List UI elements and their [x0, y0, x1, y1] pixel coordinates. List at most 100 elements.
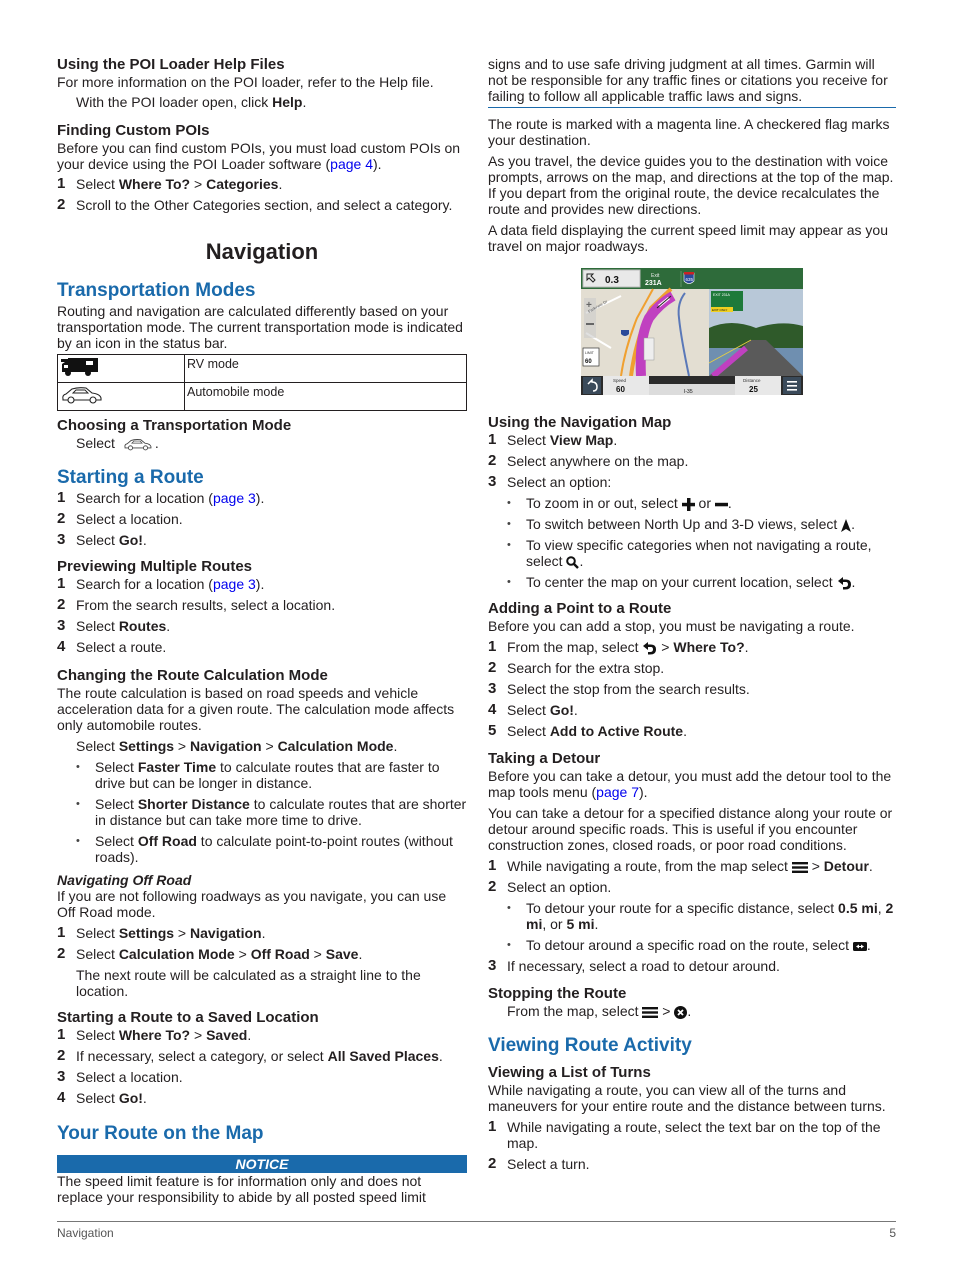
text: Select anywhere on the map.: [507, 453, 689, 469]
off-road-section: Navigating Off Road If you are not follo…: [57, 872, 467, 999]
back-arrow-icon: [643, 641, 657, 655]
text: Select an option.: [507, 879, 612, 895]
step-number: 3: [57, 617, 66, 634]
step-number: 2: [488, 659, 497, 676]
step: 2 Select a location.: [57, 511, 467, 528]
ui-term: Settings: [118, 738, 175, 754]
step-number: 2: [488, 452, 497, 469]
ui-term: Save: [325, 946, 359, 962]
text: To zoom in or out, select: [526, 495, 682, 511]
road-name: I-35: [684, 389, 693, 395]
route-description: The route is marked with a magenta line.…: [488, 116, 896, 254]
text: ,: [877, 900, 886, 916]
page-link[interactable]: page 3: [213, 490, 256, 506]
text: .: [247, 1027, 252, 1043]
menu-icon: [791, 861, 808, 873]
step-note: The next route will be calculated as a s…: [76, 967, 421, 999]
step: 1 Search for a location (page 3).: [57, 490, 467, 507]
step: 1 While navigating a route, select the te…: [488, 1118, 896, 1152]
nav-map-section: Using the Navigation Map 1 Select View Ma…: [488, 414, 896, 590]
table-row: Automobile mode: [57, 382, 467, 411]
bullet-item: To zoom in or out, select or .: [488, 495, 896, 511]
text: Select: [76, 618, 119, 634]
ui-term: Navigation: [190, 925, 262, 941]
text: .: [594, 916, 599, 932]
step-number: 2: [57, 196, 66, 213]
ui-term: Saved: [206, 1027, 248, 1043]
page-link[interactable]: page 3: [213, 576, 256, 592]
previewing-section: Previewing Multiple Routes 1 Search for a…: [57, 558, 467, 655]
text: To detour around a specific road on the …: [526, 937, 853, 953]
step: 1 Select Where To? > Categories.: [57, 176, 467, 193]
text: ).: [255, 490, 265, 506]
step-number: 2: [57, 596, 66, 613]
text: .: [166, 618, 171, 634]
section-heading: Viewing a List of Turns: [488, 1064, 651, 1081]
speed-value: 60: [616, 385, 625, 394]
notice-banner: NOTICE: [57, 1155, 467, 1173]
step-number: 2: [57, 1047, 66, 1064]
section-title: Your Route on the Map: [57, 1123, 264, 1144]
step-number: 1: [57, 575, 66, 592]
text: Select: [76, 532, 119, 548]
step: 1 Select Where To? > Saved.: [57, 1027, 467, 1044]
paragraph: Before you can take a detour, you must a…: [488, 768, 896, 800]
section-heading: Finding Custom POIs: [57, 122, 210, 139]
text: ).: [639, 784, 648, 800]
step: 1 Select View Map.: [488, 432, 896, 449]
page-footer: Navigation 5: [57, 1221, 896, 1241]
text: .: [683, 723, 687, 739]
text: Select: [76, 738, 119, 754]
step: 3 Select Routes.: [57, 617, 467, 635]
instruction: Select Settings > Navigation > Calculati…: [57, 738, 467, 754]
text: .: [261, 925, 266, 941]
text: Select a turn.: [507, 1156, 590, 1172]
paragraph: You can take a detour for a specified di…: [488, 805, 893, 853]
ui-term: Where To?: [118, 1027, 191, 1043]
ui-term: Categories: [206, 176, 279, 192]
text: Before you can take a detour, you must a…: [488, 768, 892, 800]
section-heading: Using the Navigation Map: [488, 414, 672, 431]
step-number: 2: [57, 945, 66, 962]
text: >: [309, 946, 326, 962]
section-heading: Taking a Detour: [488, 750, 601, 767]
text: Select: [76, 435, 115, 451]
exit-label: Exit: [651, 273, 660, 279]
bullet-item: To detour around a specific road on the …: [488, 937, 896, 953]
exit-only-text: EXIT ONLY: [712, 308, 727, 312]
starting-route-section: Starting a Route 1 Search for a location …: [57, 467, 467, 548]
step: 2 Select an option.: [488, 879, 896, 896]
chapter-title: Navigation: [205, 239, 319, 264]
distance-label: Distance: [743, 378, 761, 383]
ui-term: Detour: [823, 858, 869, 874]
text: >: [234, 946, 251, 962]
step-number: 1: [57, 924, 66, 941]
text: Search for a location (: [76, 576, 213, 592]
your-route-section: Your Route on the Map NOTICE The speed l…: [57, 1123, 467, 1205]
back-arrow-icon: [837, 576, 851, 590]
notice-divider: [488, 107, 896, 108]
instruction: Select .: [57, 435, 467, 452]
step-number: 1: [488, 1118, 497, 1135]
detour-section: Taking a Detour Before you can take a de…: [488, 750, 896, 974]
text: Select the stop from the search results.: [507, 681, 750, 697]
step-number: 3: [57, 1068, 66, 1085]
text: While navigating a route, select the tex…: [507, 1119, 881, 1151]
speed-limit-label: LIMIT: [585, 351, 595, 355]
ui-term: Where To?: [118, 176, 191, 192]
speed-label: Speed: [613, 378, 627, 383]
text: >: [190, 176, 207, 192]
ui-term: Help: [272, 94, 303, 110]
exit-sign-text: EXIT 231A: [713, 293, 731, 297]
text: , or: [542, 916, 567, 932]
text: .: [278, 176, 283, 192]
ui-term: Settings: [118, 925, 175, 941]
saved-location-section: Starting a Route to a Saved Location 1 Se…: [57, 1009, 467, 1106]
page-link[interactable]: page 7: [596, 784, 639, 800]
page-link[interactable]: page 4: [330, 156, 373, 172]
minus-icon: [714, 502, 728, 507]
text: If necessary, select a road to detour ar…: [507, 958, 780, 974]
table-cell-label: RV mode: [184, 354, 467, 383]
bullet-item: To detour your route for a specific dist…: [488, 900, 896, 932]
notice-continued: signs and to use safe driving judgment a…: [488, 56, 896, 108]
